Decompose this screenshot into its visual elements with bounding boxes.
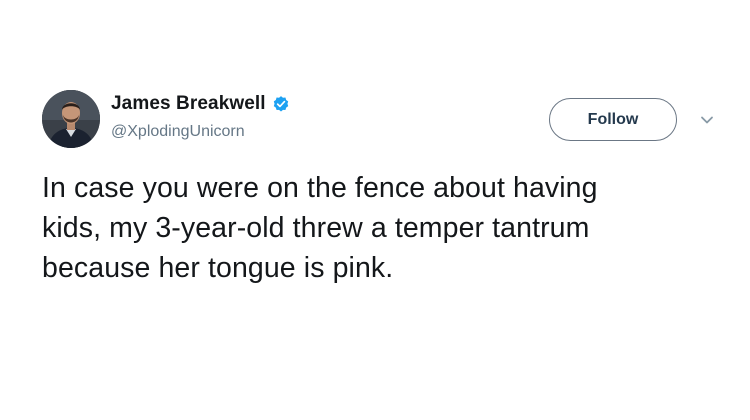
chevron-down-icon[interactable] bbox=[700, 115, 714, 125]
tweet-text: In case you were on the fence about havi… bbox=[42, 168, 732, 288]
tweet-text-line: because her tongue is pink. bbox=[42, 252, 394, 284]
tweet-card: James Breakwell @XplodingUnicorn Follow … bbox=[0, 0, 750, 420]
author-name-row: James Breakwell bbox=[111, 93, 290, 115]
tweet-text-line: In case you were on the fence about havi… bbox=[42, 172, 598, 204]
author-handle[interactable]: @XplodingUnicorn bbox=[111, 123, 245, 141]
avatar[interactable] bbox=[42, 90, 100, 148]
verified-badge-icon bbox=[272, 95, 290, 113]
tweet-text-line: kids, my 3-year-old threw a temper tantr… bbox=[42, 212, 590, 244]
follow-button[interactable]: Follow bbox=[549, 98, 677, 141]
author-display-name[interactable]: James Breakwell bbox=[111, 93, 266, 115]
